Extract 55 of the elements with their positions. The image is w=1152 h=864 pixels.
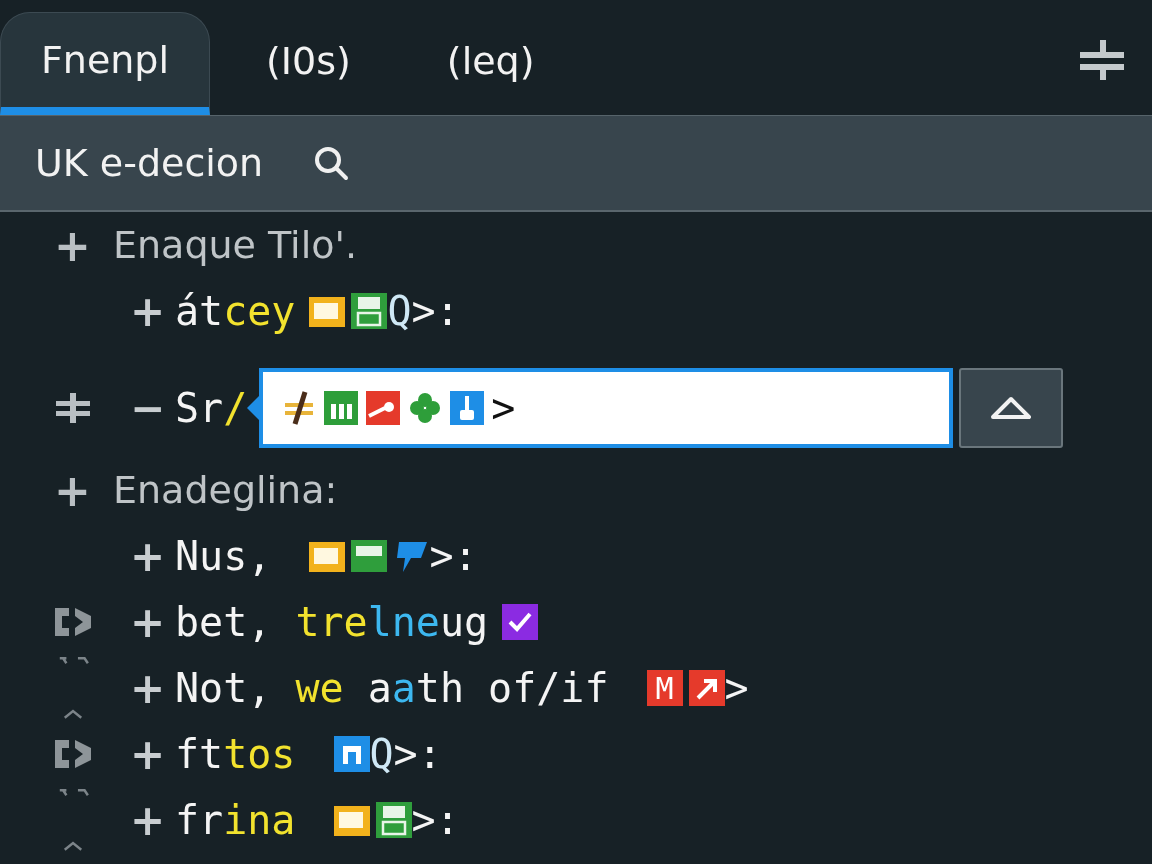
code-text: >: [411,288,460,334]
code-text: > [724,665,749,711]
code-text: ft [175,731,224,777]
code-text: ug [439,599,489,645]
bars-icon [323,390,360,426]
search-icon[interactable] [313,145,350,181]
code-text: ina [223,797,297,843]
code-text: cey [223,288,296,334]
code-text: a [366,665,392,711]
expand-marker[interactable]: − [130,383,160,433]
code-text: Q [387,288,412,334]
floppy-icon [351,293,388,329]
input-field[interactable]: > [259,368,954,448]
toolbar-label: UK e-decion [35,141,264,185]
tab[interactable]: Fnenpl [0,12,210,115]
code-text: Not, [175,665,273,711]
window-icon [333,736,370,772]
expand-marker[interactable]: + [130,795,160,845]
tab[interactable]: (I0s) [218,12,399,115]
code-text: bet, [175,599,273,645]
layout-icon[interactable] [1080,40,1124,80]
expand-marker[interactable]: + [130,663,160,713]
code-text: Sr [175,385,224,431]
code-text: fr [175,797,224,843]
code-text: >: [411,797,460,843]
code-text: >: [429,533,478,579]
split-icon [55,393,90,423]
card-icon [351,538,388,574]
pointer-tip-icon [247,396,260,420]
expand-marker[interactable]: + [130,286,160,336]
letter-tile: M [646,670,683,706]
code-text: át [175,288,224,334]
expand-marker[interactable]: + [54,464,91,516]
brush-icon [449,390,486,426]
code-text: th of/if [415,665,610,711]
floppy-icon [375,802,412,838]
code-text: >: [393,731,442,777]
checkmark-icon [502,604,539,640]
code-text: Nus, [175,533,273,579]
expand-marker[interactable]: + [130,597,160,647]
expand-marker[interactable]: + [130,531,160,581]
group-label: Enaque Tilo'. [113,223,357,267]
tab[interactable]: (leq) [398,12,583,115]
group-label: Enadeglina: [113,468,338,512]
code-text: / [223,385,248,431]
code-text: tos [223,731,297,777]
code-text: we [295,665,344,711]
code-text: Q [369,731,394,777]
prompt-symbol: > [491,385,516,431]
expand-marker[interactable]: + [54,219,91,271]
code-text: lne [367,599,440,645]
expand-marker[interactable]: + [130,729,160,779]
collapse-button[interactable] [959,368,1064,448]
code-text: a [391,665,416,711]
code-text: tre [295,599,368,645]
